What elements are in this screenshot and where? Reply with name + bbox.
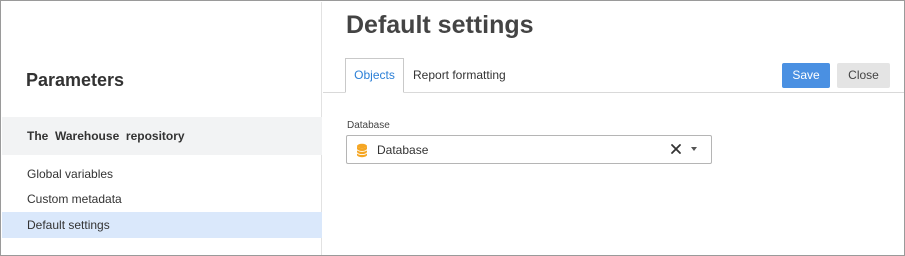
tab-divider xyxy=(323,92,904,93)
sidebar-item-global-variables[interactable]: Global variables xyxy=(2,161,322,187)
sidebar-title: Parameters xyxy=(26,70,125,90)
repository-label: The Warehouse repository xyxy=(27,129,185,143)
save-button[interactable]: Save xyxy=(782,63,830,88)
window: Parameters The Warehouse repository Glob… xyxy=(0,0,905,256)
close-button[interactable]: Close xyxy=(837,63,890,88)
sidebar-item-label: Global variables xyxy=(27,167,114,181)
sidebar-item-label: Default settings xyxy=(27,218,110,232)
database-field-label: Database xyxy=(347,120,390,131)
database-select-value: Database xyxy=(377,143,429,157)
page-title: Default settings xyxy=(346,11,534,39)
sidebar-item-default-settings[interactable]: Default settings xyxy=(2,212,322,238)
main-panel: Default settings Objects Report formatti… xyxy=(323,2,904,255)
tab-objects[interactable]: Objects xyxy=(345,58,404,93)
clear-icon[interactable] xyxy=(669,142,683,156)
sidebar-item-label: Custom metadata xyxy=(27,192,122,206)
sidebar: Parameters The Warehouse repository Glob… xyxy=(2,2,322,255)
database-select[interactable]: Database xyxy=(346,135,712,164)
sidebar-item-custom-metadata[interactable]: Custom metadata xyxy=(2,186,322,212)
database-icon xyxy=(356,143,368,158)
repository-header[interactable]: The Warehouse repository xyxy=(2,117,322,155)
tab-report-formatting[interactable]: Report formatting xyxy=(413,58,506,93)
chevron-down-icon[interactable] xyxy=(691,147,697,151)
